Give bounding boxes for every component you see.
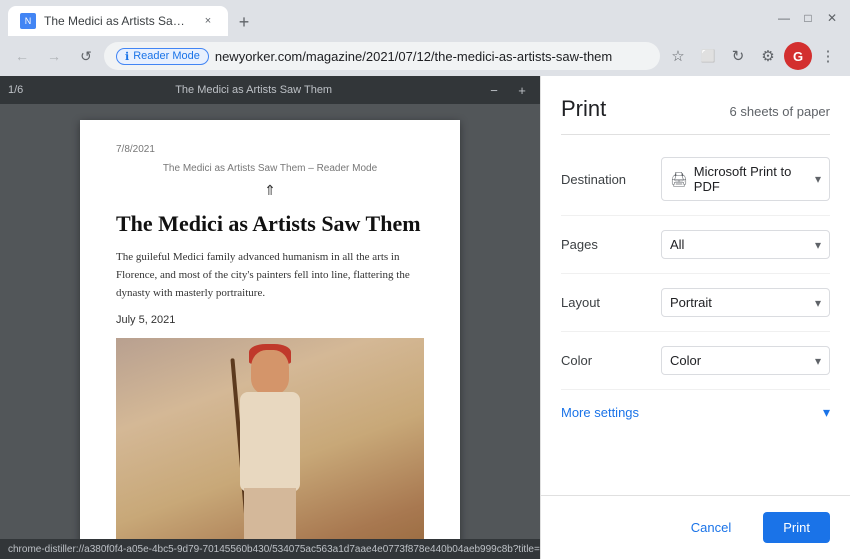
layout-value: Portrait <box>670 295 809 310</box>
minimize-button[interactable]: — <box>774 8 794 28</box>
reader-mode-badge: ℹ Reader Mode <box>116 48 209 65</box>
page-info: 1/6 <box>8 84 23 96</box>
body <box>240 392 300 492</box>
destination-value: Microsoft Print to PDF <box>694 164 809 194</box>
destination-select[interactable]: 🖨 Microsoft Print to PDF ▾ <box>661 157 830 201</box>
print-title: Print <box>561 96 606 122</box>
legs <box>244 488 296 539</box>
pages-arrow-icon: ▾ <box>815 238 821 252</box>
layout-arrow-icon: ▾ <box>815 296 821 310</box>
destination-row: Destination 🖨 Microsoft Print to PDF ▾ <box>561 143 830 216</box>
tab-close-button[interactable]: × <box>200 13 216 29</box>
print-button[interactable]: Print <box>763 512 830 543</box>
article-print-icon: ⇑ <box>116 182 424 199</box>
extensions-icon[interactable]: ⚙ <box>754 42 782 70</box>
main-content: 1/6 The Medici as Artists Saw Them − + 7… <box>0 76 850 559</box>
print-footer: Cancel Print <box>541 495 850 559</box>
reader-mode-label: Reader Mode <box>133 50 200 62</box>
tab-title: The Medici as Artists Saw Them <box>44 14 192 28</box>
tab-favicon: N <box>20 13 36 29</box>
url-text: newyorker.com/magazine/2021/07/12/the-me… <box>215 49 648 64</box>
tab-strip: N The Medici as Artists Saw Them × + <box>8 0 766 36</box>
more-settings-arrow-icon: ▾ <box>823 404 830 421</box>
layout-row: Layout Portrait ▾ <box>561 274 830 332</box>
printer-icon: 🖨 <box>670 171 688 188</box>
article-title: The Medici as Artists Saw Them <box>116 211 424 237</box>
pages-control: All ▾ <box>661 230 830 259</box>
back-button[interactable]: ← <box>8 42 36 70</box>
print-sheets: 6 sheets of paper <box>730 104 830 119</box>
more-settings-row[interactable]: More settings ▾ <box>561 390 830 435</box>
article-date: July 5, 2021 <box>116 314 424 326</box>
article-body: The guileful Medici family advanced huma… <box>116 249 424 302</box>
window-controls: — □ ✕ <box>774 8 842 28</box>
preview-area: 1/6 The Medici as Artists Saw Them − + 7… <box>0 76 540 559</box>
article-date-top: 7/8/2021 <box>116 144 424 155</box>
more-menu-icon[interactable]: ⋮ <box>814 42 842 70</box>
new-tab-button[interactable]: + <box>232 10 256 34</box>
page-container: 7/8/2021 The Medici as Artists Saw Them … <box>0 104 540 539</box>
sync-icon[interactable]: ↻ <box>724 42 752 70</box>
color-select[interactable]: Color ▾ <box>661 346 830 375</box>
layout-select[interactable]: Portrait ▾ <box>661 288 830 317</box>
close-button[interactable]: ✕ <box>822 8 842 28</box>
color-control: Color ▾ <box>661 346 830 375</box>
chrome-window: N The Medici as Artists Saw Them × + — □… <box>0 0 850 559</box>
article-title-center: The Medici as Artists Saw Them – Reader … <box>116 163 424 174</box>
toolbar-icons: ☆ ⬜ ↻ ⚙ G ⋮ <box>664 42 842 70</box>
more-settings-label: More settings <box>561 405 639 420</box>
maximize-button[interactable]: □ <box>798 8 818 28</box>
color-row: Color Color ▾ <box>561 332 830 390</box>
refresh-button[interactable]: ↺ <box>72 42 100 70</box>
address-input[interactable]: ℹ Reader Mode newyorker.com/magazine/202… <box>104 42 660 70</box>
destination-arrow-icon: ▾ <box>815 172 821 186</box>
cast-icon[interactable]: ⬜ <box>694 42 722 70</box>
cancel-button[interactable]: Cancel <box>671 512 751 543</box>
url-bar-bottom: chrome-distiller://a380f0f4-a05e-4bc5-9d… <box>0 539 540 559</box>
preview-title: The Medici as Artists Saw Them <box>31 84 476 96</box>
color-arrow-icon: ▾ <box>815 354 821 368</box>
article-page: 7/8/2021 The Medici as Artists Saw Them … <box>80 120 460 539</box>
color-label: Color <box>561 353 661 368</box>
reader-mode-icon: ℹ <box>125 50 129 63</box>
pages-row: Pages All ▾ <box>561 216 830 274</box>
pages-label: Pages <box>561 237 661 252</box>
preview-url: chrome-distiller://a380f0f4-a05e-4bc5-9d… <box>8 544 540 555</box>
bookmark-icon[interactable]: ☆ <box>664 42 692 70</box>
print-form: Destination 🖨 Microsoft Print to PDF ▾ P… <box>541 135 850 495</box>
destination-control: 🖨 Microsoft Print to PDF ▾ <box>661 157 830 201</box>
layout-label: Layout <box>561 295 661 310</box>
pages-select[interactable]: All ▾ <box>661 230 830 259</box>
active-tab[interactable]: N The Medici as Artists Saw Them × <box>8 6 228 36</box>
painting-figure <box>210 348 330 539</box>
color-value: Color <box>670 353 809 368</box>
preview-toolbar: 1/6 The Medici as Artists Saw Them − + <box>0 76 540 104</box>
article-image <box>116 338 424 539</box>
print-panel: Print 6 sheets of paper Destination 🖨 Mi… <box>540 76 850 559</box>
zoom-out-icon[interactable]: − <box>484 80 504 100</box>
forward-button[interactable]: → <box>40 42 68 70</box>
profile-button[interactable]: G <box>784 42 812 70</box>
layout-control: Portrait ▾ <box>661 288 830 317</box>
title-bar: N The Medici as Artists Saw Them × + — □… <box>0 0 850 36</box>
zoom-in-icon[interactable]: + <box>512 80 532 100</box>
print-header: Print 6 sheets of paper <box>541 76 850 134</box>
head <box>251 350 289 394</box>
address-bar: ← → ↺ ℹ Reader Mode newyorker.com/magazi… <box>0 36 850 76</box>
destination-label: Destination <box>561 172 661 187</box>
pages-value: All <box>670 237 809 252</box>
